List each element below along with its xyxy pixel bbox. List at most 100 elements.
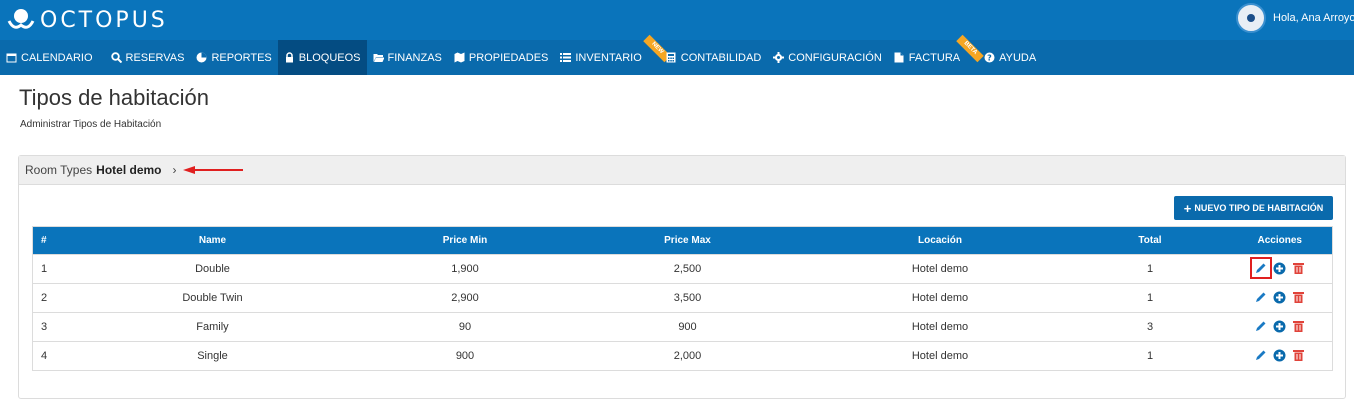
nav-item-reportes[interactable]: REPORTES <box>190 40 277 75</box>
cell-price-min: 90 <box>458 321 472 333</box>
page-title: Tipos de habitación <box>19 85 209 110</box>
col-header-num[interactable]: # <box>33 227 63 255</box>
nav-item-propiedades[interactable]: PROPIEDADES <box>448 40 554 75</box>
cell-total: 1 <box>1146 292 1154 304</box>
file-icon <box>894 52 905 63</box>
nav-label: AYUDA <box>999 51 1037 64</box>
nav-item-calendario[interactable]: CALENDARIO <box>0 40 99 75</box>
nav-label: FINANZAS <box>387 51 442 64</box>
room-types-table: # Name Price Min Price Max Locación Tota… <box>32 226 1333 371</box>
calculator-icon <box>666 52 677 63</box>
nav-item-finanzas[interactable]: FINANZAS <box>367 40 448 75</box>
lock-icon <box>284 52 295 63</box>
brand-name: OCTOPUS <box>40 7 168 33</box>
cell-actions <box>1228 284 1333 313</box>
cell-price-max: 2,000 <box>673 350 702 362</box>
brand-logo[interactable]: OCTOPUS <box>6 6 168 34</box>
col-header-total[interactable]: Total <box>1073 227 1228 255</box>
nav-item-factura[interactable]: FACTURA BETA <box>888 34 984 75</box>
edit-pencil-icon[interactable] <box>1254 348 1268 362</box>
cell-num: 3 <box>41 321 48 333</box>
add-circle-icon[interactable] <box>1273 261 1287 275</box>
trash-icon[interactable] <box>1292 348 1306 362</box>
add-circle-icon[interactable] <box>1273 290 1287 304</box>
table-row: 1 Double 1,900 2,500 Hotel demo 1 <box>32 254 1333 284</box>
cell-actions <box>1228 255 1333 284</box>
edit-pencil-icon[interactable] <box>1254 290 1268 304</box>
cell-price-max: 900 <box>678 321 697 333</box>
nav-item-reservas[interactable]: RESERVAS <box>105 40 191 75</box>
nav-item-configuracion[interactable]: CONFIGURACIÓN <box>767 40 888 75</box>
cell-price-min: 1,900 <box>451 263 479 275</box>
red-arrow-annotation <box>183 166 243 174</box>
calendar-icon <box>6 52 17 63</box>
edit-pencil-icon[interactable] <box>1254 319 1268 333</box>
table-row: 2 Double Twin 2,900 3,500 Hotel demo 1 <box>32 283 1333 313</box>
user-greeting: Hola, Ana Arroyo <box>1273 12 1354 24</box>
page-subtitle: Administrar Tipos de Habitación <box>20 119 162 130</box>
cell-total: 3 <box>1146 321 1154 333</box>
col-header-location[interactable]: Locación <box>808 227 1073 255</box>
nav-label: CONTABILIDAD <box>680 51 762 64</box>
cell-price-min: 2,900 <box>451 292 479 304</box>
question-circle-icon: ? <box>984 52 995 63</box>
cell-actions <box>1228 313 1333 342</box>
folder-open-icon <box>373 52 384 63</box>
cell-name: Single <box>197 350 228 362</box>
cell-location: Hotel demo <box>911 321 969 333</box>
trash-icon[interactable] <box>1292 319 1306 333</box>
col-header-price-min[interactable]: Price Min <box>363 227 568 255</box>
cell-location: Hotel demo <box>911 350 969 362</box>
nav-item-inventario[interactable]: INVENTARIO NEW <box>554 34 672 75</box>
cell-location: Hotel demo <box>911 292 969 304</box>
col-header-price-max[interactable]: Price Max <box>568 227 808 255</box>
col-header-name[interactable]: Name <box>63 227 363 255</box>
cell-actions <box>1228 342 1333 371</box>
cell-name: Family <box>196 321 229 333</box>
cell-total: 1 <box>1146 263 1154 275</box>
octopus-logo-icon <box>7 9 35 29</box>
cell-name: Double Twin <box>182 292 243 304</box>
search-icon <box>110 52 122 63</box>
col-header-actions: Acciones <box>1257 235 1302 246</box>
nav-label: CALENDARIO <box>21 51 93 64</box>
list-icon <box>560 52 572 63</box>
trash-icon[interactable] <box>1292 290 1306 304</box>
cell-location: Hotel demo <box>911 263 969 275</box>
avatar <box>1236 3 1266 33</box>
cell-total: 1 <box>1146 350 1154 362</box>
nav-item-contabilidad[interactable]: CONTABILIDAD <box>660 40 767 75</box>
new-room-type-button[interactable]: + NUEVO TIPO DE HABITACIÓN <box>1174 196 1333 220</box>
chevron-right-icon[interactable]: › <box>173 163 177 177</box>
nav-label: BLOQUEOS <box>298 51 361 64</box>
add-circle-icon[interactable] <box>1273 319 1287 333</box>
cell-price-max: 3,500 <box>673 292 702 304</box>
nav-label: INVENTARIO <box>575 51 642 64</box>
breadcrumb-root[interactable]: Room Types <box>25 163 92 177</box>
nav-item-ayuda[interactable]: ? AYUDA <box>978 40 1042 75</box>
gear-icon <box>773 52 785 63</box>
pie-chart-icon <box>196 52 207 63</box>
table-row: 3 Family 90 900 Hotel demo 3 <box>32 312 1333 342</box>
user-menu[interactable]: Hola, Ana Arroyo <box>1236 3 1354 33</box>
table-row: 4 Single 900 2,000 Hotel demo 1 <box>32 341 1333 371</box>
nav-label: FACTURA <box>908 51 961 64</box>
cell-price-max: 2,500 <box>673 263 702 275</box>
edit-pencil-icon[interactable] <box>1249 257 1272 279</box>
nav-label: RESERVAS <box>125 51 185 64</box>
breadcrumb-hotel[interactable]: Hotel demo <box>96 163 161 177</box>
trash-icon[interactable] <box>1292 261 1306 275</box>
cell-price-min: 900 <box>455 350 475 362</box>
nav-label: CONFIGURACIÓN <box>788 51 882 64</box>
nav-label: PROPIEDADES <box>468 51 549 64</box>
svg-text:?: ? <box>987 54 992 63</box>
new-room-type-label: NUEVO TIPO DE HABITACIÓN <box>1194 203 1324 213</box>
add-circle-icon[interactable] <box>1273 348 1287 362</box>
cell-num: 4 <box>41 350 48 362</box>
nav-item-bloqueos[interactable]: BLOQUEOS <box>277 40 367 75</box>
cell-num: 1 <box>41 263 48 275</box>
cell-num: 2 <box>41 292 48 304</box>
top-bar: OCTOPUS Hola, Ana Arroyo <box>0 0 1354 40</box>
table-header: # Name Price Min Price Max Locación Tota… <box>32 226 1333 255</box>
nav-label: REPORTES <box>211 51 272 64</box>
